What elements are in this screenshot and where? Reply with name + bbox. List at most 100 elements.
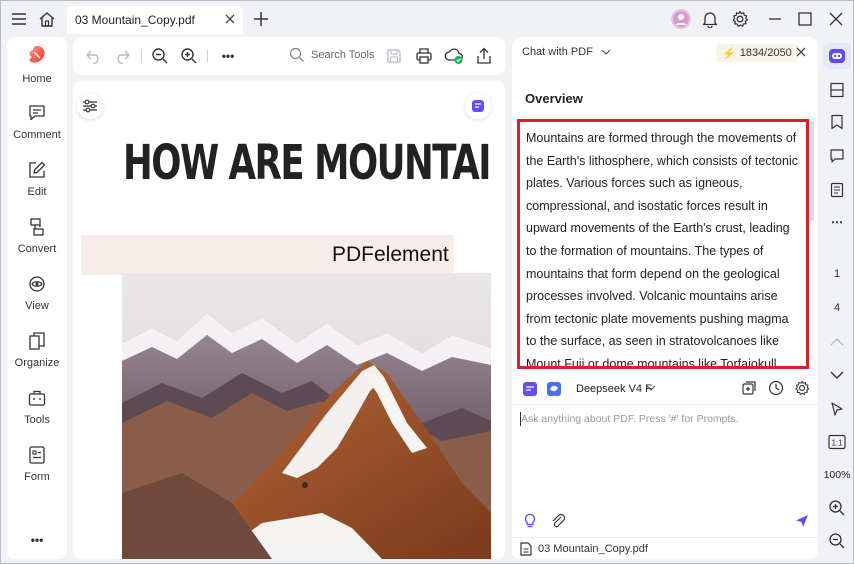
rail-zoom-out-icon[interactable] (823, 528, 851, 554)
chevron-down-icon (646, 383, 656, 393)
search-tools-label: Search Tools (311, 49, 375, 61)
zoom-in-icon[interactable] (178, 45, 200, 67)
document-tab[interactable]: 03 Mountain_Copy.pdf (67, 6, 243, 34)
undo-icon[interactable] (83, 45, 105, 67)
sidebar-item-label: Home (22, 73, 52, 85)
ai-answer-box: Mountains are formed through the movemen… (517, 119, 809, 369)
bookmark-icon[interactable] (823, 109, 851, 135)
history-clock-icon[interactable] (768, 380, 784, 396)
attached-file-name: 03 Mountain_Copy.pdf (538, 542, 648, 555)
credits-badge: ⚡ 1834/2050 (716, 44, 798, 62)
sidebar-item-comment[interactable]: Comment (7, 103, 67, 155)
edit-icon (27, 160, 47, 180)
page-settings-button[interactable] (77, 93, 103, 119)
print-icon[interactable] (413, 45, 435, 67)
sidebar-item-convert[interactable]: Convert (7, 217, 67, 269)
model-select[interactable]: Deepseek V4 F (568, 378, 664, 400)
comment-icon (27, 103, 47, 123)
document-tab-label: 03 Mountain_Copy.pdf (75, 13, 195, 27)
ai-robot-icon (829, 49, 845, 63)
form-icon (27, 445, 47, 465)
home-logo-icon (25, 43, 49, 67)
avatar[interactable] (669, 7, 693, 31)
save-icon[interactable] (383, 45, 405, 67)
search-icon (289, 47, 305, 63)
chat-mode-dropdown[interactable]: Chat with PDF (522, 46, 611, 58)
rail-zoom-in-icon[interactable] (823, 495, 851, 521)
chat-header: Chat with PDF ⚡ 1834/2050 (512, 37, 818, 69)
current-page[interactable]: 1 (823, 268, 851, 280)
mountain-photo (122, 273, 491, 559)
right-rail: ⋯ 1 4 1:1 100% (821, 37, 853, 559)
select-cursor-icon[interactable] (823, 396, 851, 422)
credits-count: 1834/2050 (739, 47, 792, 59)
document-toolbar: ••• Search Tools (73, 37, 505, 75)
settings-gear-icon[interactable] (728, 7, 752, 31)
ai-app-icon[interactable] (522, 381, 538, 397)
more-panels-icon[interactable]: ⋯ (823, 209, 851, 235)
close-tab-icon[interactable] (223, 12, 237, 26)
chat-input-placeholder: Ask anything about PDF. Press '#' for Pr… (521, 413, 739, 425)
chat-panel: Chat with PDF ⚡ 1834/2050 Overview Mount… (512, 37, 818, 559)
sidebar-item-form[interactable]: Form (7, 445, 67, 497)
maximize-icon[interactable] (793, 7, 817, 31)
attach-paperclip-icon[interactable] (550, 513, 566, 529)
zoom-out-icon[interactable] (149, 45, 171, 67)
sidebar-more-button[interactable]: ••• (7, 533, 67, 553)
ai-assistant-fab-icon[interactable] (465, 93, 491, 119)
actual-size-icon[interactable]: 1:1 (823, 429, 851, 455)
hamburger-menu-icon[interactable] (7, 7, 31, 31)
notification-bell-icon[interactable] (698, 7, 722, 31)
convert-icon (27, 217, 47, 237)
previous-page-icon[interactable] (823, 329, 851, 355)
close-window-icon[interactable] (824, 7, 848, 31)
layout-panel-icon[interactable] (823, 77, 851, 103)
organize-icon (27, 331, 47, 351)
svg-text:1:1: 1:1 (831, 439, 843, 448)
attached-file[interactable]: 03 Mountain_Copy.pdf (512, 537, 818, 559)
document-view[interactable]: HOW ARE MOUNTAINS PDFelement (73, 81, 505, 559)
share-icon[interactable] (473, 45, 495, 67)
sidebar-item-label: Form (24, 471, 50, 483)
left-sidebar: Home Comment Edit Convert View Organize (7, 37, 67, 559)
model-toolbar: Deepseek V4 F (512, 375, 818, 403)
overview-heading: Overview (525, 91, 583, 106)
new-chat-icon[interactable] (741, 380, 757, 396)
lightning-icon: ⚡ (722, 47, 736, 60)
chat-input[interactable]: Ask anything about PDF. Press '#' for Pr… (512, 404, 818, 534)
title-bar: 03 Mountain_Copy.pdf (1, 1, 853, 37)
sidebar-item-label: Convert (17, 243, 57, 255)
zoom-level[interactable]: 100% (821, 469, 853, 481)
sidebar-item-edit[interactable]: Edit (7, 160, 67, 212)
close-chat-icon[interactable] (794, 45, 808, 59)
view-icon (27, 274, 47, 294)
tools-icon (27, 388, 47, 408)
minimize-icon[interactable] (763, 7, 787, 31)
sidebar-item-label: Edit (27, 186, 47, 198)
sidebar-item-home[interactable]: Home (7, 43, 67, 95)
cloud-sync-icon[interactable] (443, 45, 465, 67)
chat-mode-label: Chat with PDF (522, 46, 593, 58)
search-tools-button[interactable]: Search Tools (289, 47, 374, 63)
sidebar-item-organize[interactable]: Organize (7, 331, 67, 383)
redo-icon[interactable] (111, 45, 133, 67)
sidebar-item-label: Comment (13, 129, 61, 141)
deepseek-model-icon[interactable] (546, 381, 562, 397)
send-icon[interactable] (794, 513, 810, 529)
chat-scrollbar[interactable] (810, 121, 814, 221)
sidebar-item-view[interactable]: View (7, 274, 67, 326)
sidebar-item-label: Tools (24, 414, 50, 426)
ai-chat-toggle[interactable] (823, 43, 851, 69)
page-heading: HOW ARE MOUNTAINS (123, 135, 491, 191)
properties-icon[interactable] (823, 177, 851, 203)
toolbar-divider (141, 49, 142, 63)
home-icon[interactable] (35, 7, 59, 31)
sidebar-item-label: Organize (14, 357, 60, 369)
sidebar-item-tools[interactable]: Tools (7, 388, 67, 440)
comments-panel-icon[interactable] (823, 143, 851, 169)
chat-settings-gear-icon[interactable] (794, 380, 810, 396)
more-tools-button[interactable]: ••• (217, 45, 239, 67)
next-page-icon[interactable] (823, 362, 851, 388)
prompt-lightbulb-icon[interactable] (523, 513, 537, 529)
new-tab-icon[interactable] (249, 7, 273, 31)
